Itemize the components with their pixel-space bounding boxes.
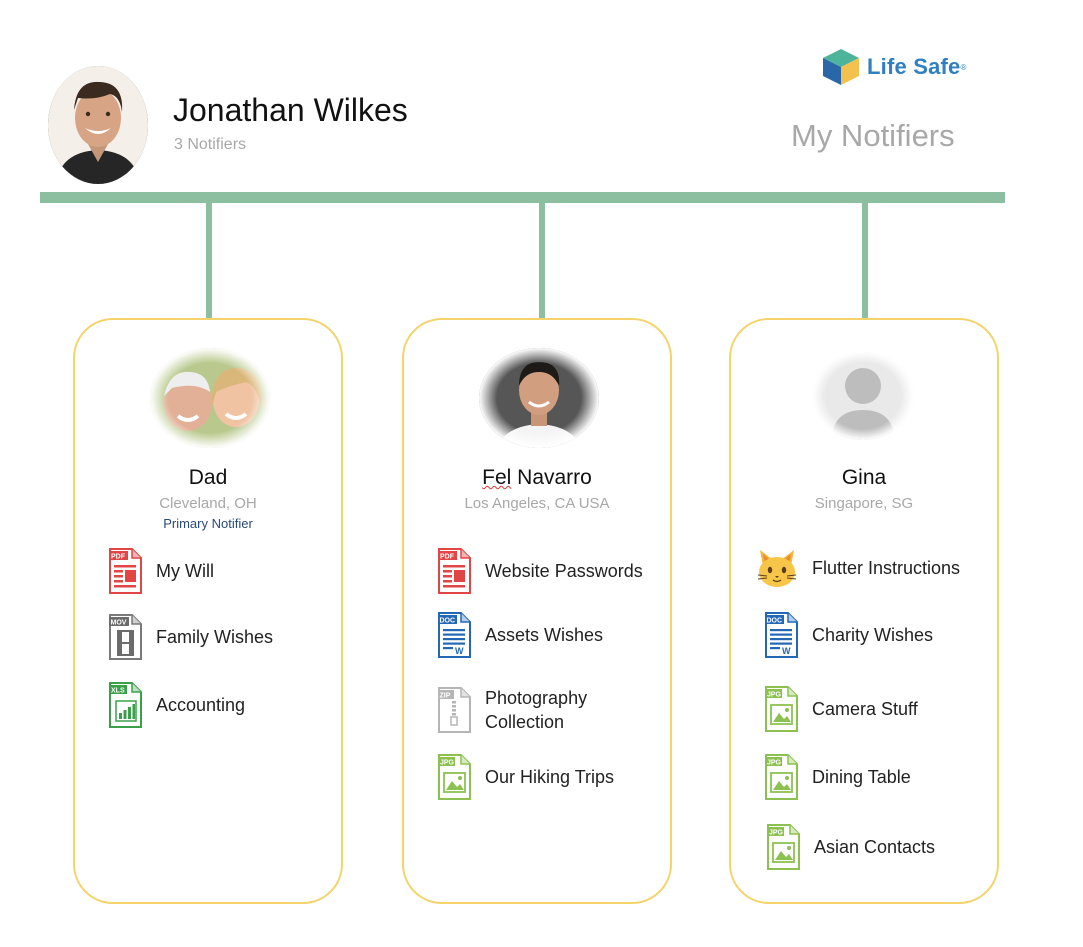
- file-item[interactable]: Camera Stuff: [764, 686, 918, 732]
- brand-reg-mark: ®: [960, 62, 967, 72]
- file-label-line: Photography: [485, 688, 588, 708]
- brand-name: Life Safe: [867, 54, 961, 79]
- user-name: Jonathan Wilkes: [173, 92, 408, 128]
- pdf-file-icon: [437, 548, 471, 594]
- primary-notifier-badge: Primary Notifier: [163, 516, 253, 531]
- zip-file-icon: [437, 687, 471, 733]
- file-item[interactable]: Dining Table: [764, 754, 911, 800]
- tree-branch-gina: [862, 203, 868, 318]
- file-label: My Will: [156, 561, 214, 581]
- file-label: Flutter Instructions: [812, 558, 961, 578]
- file-label-line: Collection: [485, 712, 565, 732]
- file-label: Photography Collection: [485, 686, 587, 734]
- notifier-location: Singapore, SG: [814, 495, 914, 512]
- file-label: Assets Wishes: [485, 625, 604, 645]
- file-label: Asian Contacts: [814, 837, 936, 857]
- spreadsheet-file-icon: [108, 682, 142, 728]
- file-item[interactable]: Flutter Instructions: [755, 546, 960, 590]
- image-file-icon: [764, 754, 798, 800]
- notifier-name: Gina: [841, 466, 887, 489]
- notifier-name: Dad: [188, 466, 228, 489]
- notifier-card-gina[interactable]: Gina Singapore, SG Flutter Instructions …: [729, 318, 999, 904]
- default-avatar-icon: [813, 352, 913, 440]
- file-item[interactable]: Assets Wishes: [437, 612, 603, 658]
- file-item[interactable]: Website Passwords: [437, 548, 643, 594]
- notifier-count: 3 Notifiers: [174, 136, 247, 153]
- file-item[interactable]: Our Hiking Trips: [437, 754, 614, 800]
- notifier-first-name: Fel: [482, 466, 512, 489]
- file-label: Dining Table: [812, 767, 911, 787]
- image-file-icon: [764, 686, 798, 732]
- tree-connector-bar: [40, 192, 1005, 203]
- file-item[interactable]: Asian Contacts: [766, 824, 935, 870]
- user-avatar: [48, 66, 148, 184]
- tree-branch-dad: [206, 203, 212, 318]
- file-item[interactable]: Accounting: [108, 682, 245, 728]
- file-item[interactable]: Photography Collection: [437, 686, 587, 734]
- notifier-name: Fel Navarro: [404, 466, 670, 490]
- notifier-location: Los Angeles, CA USA: [464, 495, 610, 512]
- notifier-avatar: [150, 348, 270, 448]
- file-label: Our Hiking Trips: [485, 767, 615, 787]
- notifier-card-fel-navarro[interactable]: Fel Navarro Los Angeles, CA USA Website …: [402, 318, 672, 904]
- cat-icon: [757, 550, 797, 587]
- notifier-location: Cleveland, OH: [159, 495, 257, 512]
- file-item[interactable]: Family Wishes: [108, 614, 273, 660]
- notifier-avatar: [479, 348, 599, 448]
- file-label: Family Wishes: [156, 627, 274, 647]
- image-file-icon: [437, 754, 471, 800]
- file-label: Charity Wishes: [812, 625, 934, 645]
- notifier-last-name: Navarro: [511, 466, 592, 489]
- file-label: Website Passwords: [485, 561, 643, 581]
- word-file-icon: [437, 612, 471, 658]
- file-item[interactable]: Charity Wishes: [764, 612, 933, 658]
- word-file-icon: [764, 612, 798, 658]
- life-safe-cube-icon: [823, 49, 859, 85]
- image-file-icon: [766, 824, 800, 870]
- tree-branch-fel: [539, 203, 545, 318]
- file-label: Accounting: [156, 695, 246, 715]
- file-label: Camera Stuff: [812, 699, 918, 719]
- brand-logo[interactable]: Life Safe ®: [821, 48, 966, 86]
- notifier-card-dad[interactable]: Dad Cleveland, OH Primary Notifier My Wi…: [73, 318, 343, 904]
- video-file-icon: [108, 614, 142, 660]
- file-item[interactable]: My Will: [108, 548, 214, 594]
- pdf-file-icon: [108, 548, 142, 594]
- page-title: My Notifiers: [791, 118, 955, 153]
